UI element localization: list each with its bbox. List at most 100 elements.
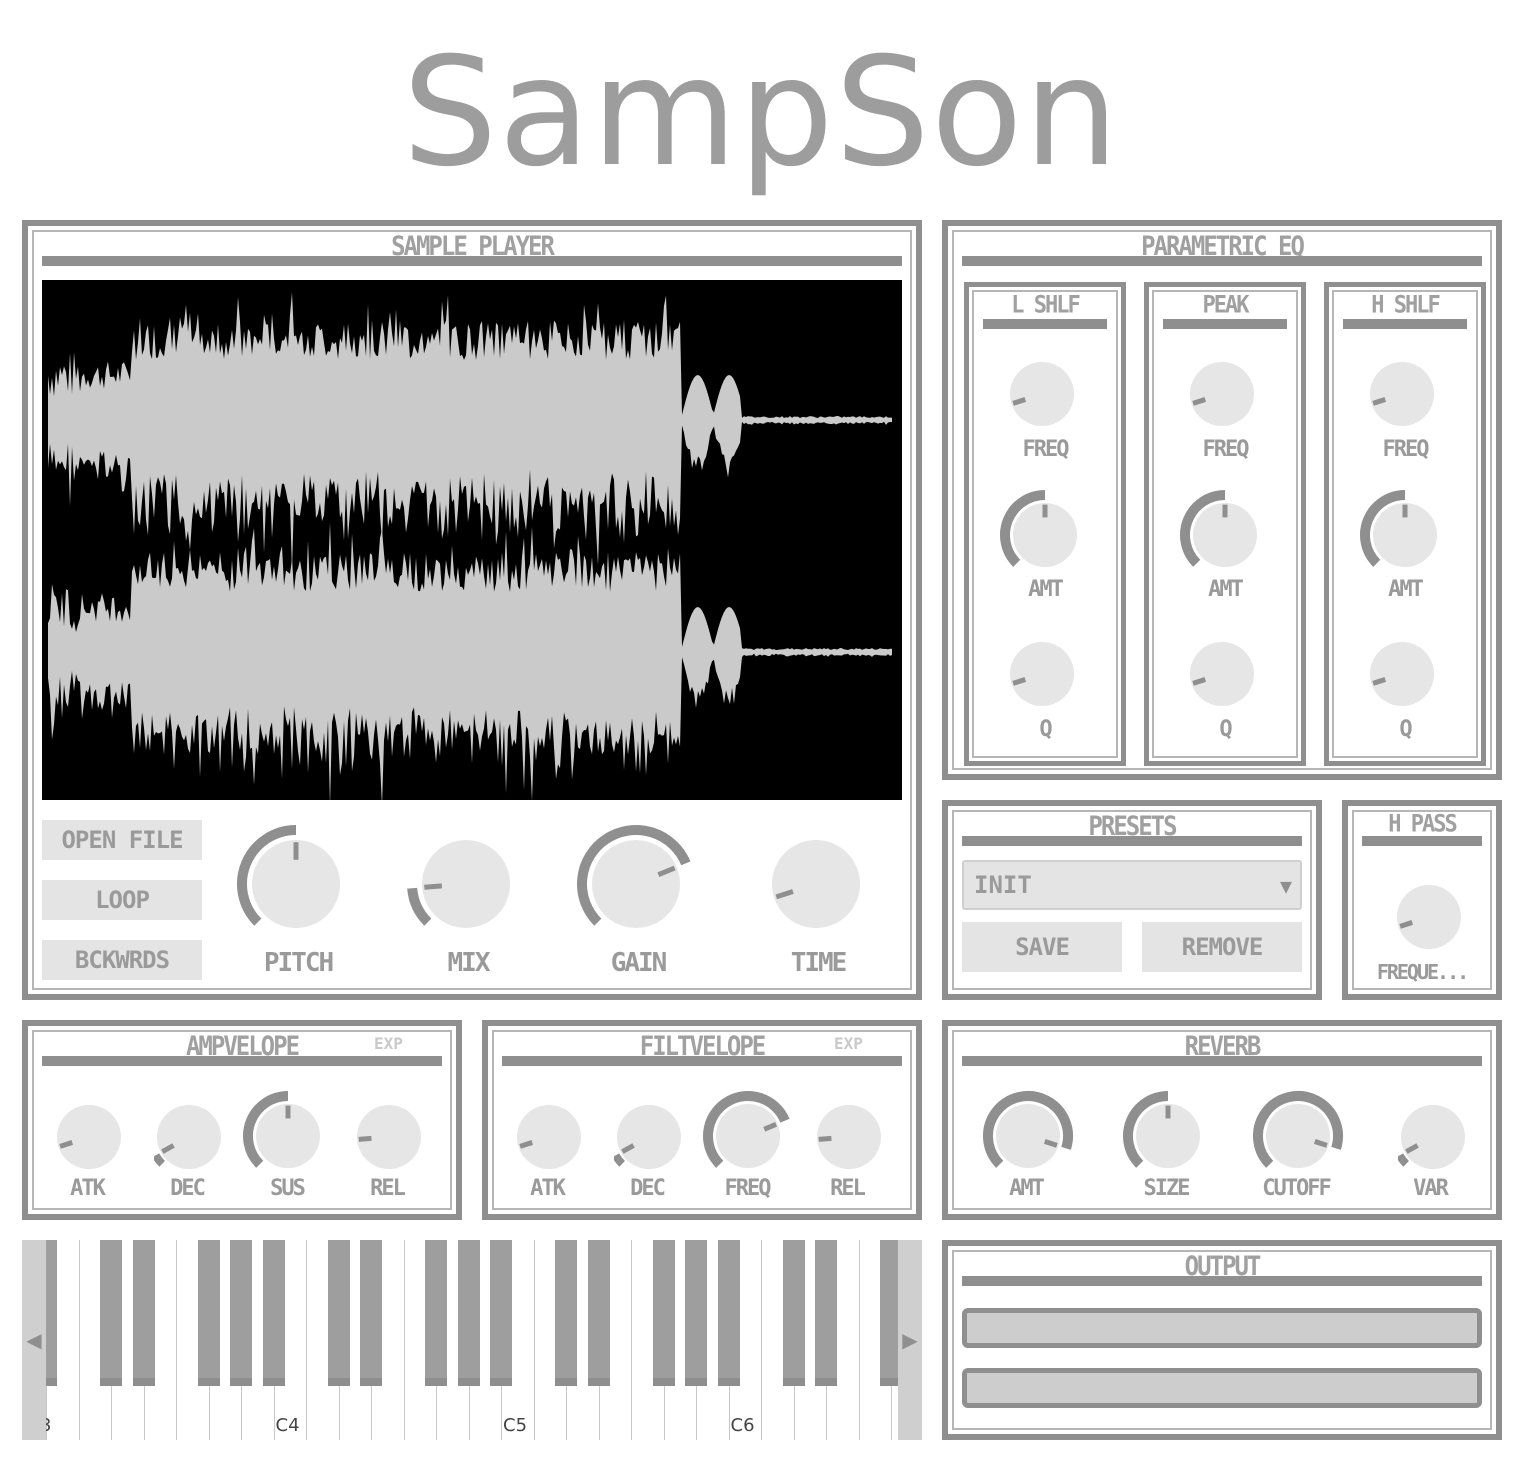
app-title: SampSon — [402, 26, 1120, 200]
filter-release-knob[interactable] — [814, 1102, 884, 1172]
black-key[interactable] — [262, 1240, 285, 1386]
low-shelf-freq-label: FREQ — [1022, 437, 1070, 462]
octave-label: 3 — [46, 1415, 51, 1436]
black-key[interactable] — [46, 1240, 57, 1386]
black-key[interactable] — [717, 1240, 740, 1386]
octave-label: C6 — [730, 1415, 755, 1436]
reverb-amount-label: AMT — [1009, 1176, 1045, 1201]
black-key[interactable] — [230, 1240, 252, 1386]
filter-attack-knob[interactable] — [514, 1102, 584, 1172]
amp-attack-knob[interactable] — [54, 1102, 124, 1172]
black-key[interactable] — [360, 1240, 382, 1386]
black-key[interactable] — [327, 1240, 350, 1386]
sample-player-panel: SAMPLE PLAYER OPEN FILE LOOP BCKWRDS PIT… — [22, 220, 922, 1000]
high-pass-panel: H PASS FREQUE... — [1342, 800, 1502, 1000]
loop-button[interactable]: LOOP — [42, 880, 202, 920]
high-shelf-amt-knob[interactable] — [1357, 487, 1453, 583]
low-shelf-freq-knob[interactable] — [1007, 359, 1077, 429]
mix-label: MIX — [447, 948, 491, 978]
waveform-display[interactable] — [42, 280, 902, 807]
black-key[interactable] — [815, 1240, 837, 1386]
reverb-cutoff-label: CUTOFF — [1262, 1176, 1331, 1201]
peak-q-label: Q — [1219, 717, 1232, 742]
reverb-variation-knob[interactable] — [1398, 1102, 1468, 1172]
amp-sustain-knob[interactable] — [240, 1088, 336, 1184]
black-key[interactable] — [197, 1240, 220, 1386]
amp-decay-label: DEC — [170, 1176, 206, 1201]
filter-freq-knob[interactable] — [700, 1088, 796, 1184]
low-shelf-q-label: Q — [1039, 717, 1052, 742]
amp-release-knob[interactable] — [354, 1102, 424, 1172]
high-shelf-freq-label: FREQ — [1382, 437, 1430, 462]
peak-amt-label: AMT — [1208, 577, 1244, 602]
backwards-button[interactable]: BCKWRDS — [42, 940, 202, 980]
peak-freq-knob[interactable] — [1187, 359, 1257, 429]
filter-attack-label: ATK — [530, 1176, 566, 1201]
mix-knob[interactable] — [404, 822, 528, 946]
gain-label: GAIN — [610, 948, 668, 978]
amp-sustain-label: SUS — [270, 1176, 306, 1201]
output-meter-right — [962, 1368, 1482, 1408]
reverb-amount-knob[interactable] — [980, 1088, 1076, 1184]
output-panel: OUTPUT — [942, 1240, 1502, 1440]
eq-band-high-shelf: H SHLF FREQ AMT Q — [1324, 282, 1486, 766]
peak-q-knob[interactable] — [1187, 639, 1257, 709]
time-label: TIME — [790, 948, 848, 978]
black-key[interactable] — [555, 1240, 577, 1386]
high-pass-title: H PASS — [1388, 810, 1457, 839]
waveform-graphic — [48, 292, 892, 807]
black-key[interactable] — [652, 1240, 675, 1386]
high-pass-freq-knob[interactable] — [1394, 882, 1464, 952]
octave-label: C4 — [275, 1415, 300, 1436]
black-key[interactable] — [132, 1240, 155, 1386]
high-shelf-freq-knob[interactable] — [1367, 359, 1437, 429]
open-file-button[interactable]: OPEN FILE — [42, 820, 202, 860]
amp-attack-label: ATK — [70, 1176, 106, 1201]
scroll-right-arrow[interactable]: ▶ — [898, 1240, 922, 1440]
amp-envelope-exp-toggle[interactable]: EXP — [374, 1034, 403, 1053]
time-knob[interactable] — [754, 822, 878, 946]
preset-select-value: INIT — [974, 871, 1032, 899]
peak-freq-label: FREQ — [1202, 437, 1250, 462]
low-shelf-q-knob[interactable] — [1007, 639, 1077, 709]
peak-title: PEAK — [1202, 291, 1250, 320]
filter-freq-label: FREQ — [724, 1176, 772, 1201]
black-key[interactable] — [425, 1240, 447, 1386]
high-shelf-q-label: Q — [1399, 717, 1412, 742]
reverb-size-knob[interactable] — [1120, 1088, 1216, 1184]
reverb-variation-label: VAR — [1413, 1176, 1449, 1201]
low-shelf-title: L SHLF — [1011, 291, 1080, 320]
black-key[interactable] — [685, 1240, 707, 1386]
piano-keyboard[interactable]: 3 C4 C5 C6 ◀ ▶ — [22, 1240, 922, 1440]
remove-preset-button[interactable]: REMOVE — [1142, 922, 1302, 972]
black-key[interactable] — [457, 1240, 480, 1386]
black-key[interactable] — [587, 1240, 610, 1386]
low-shelf-amt-label: AMT — [1028, 577, 1064, 602]
filter-decay-knob[interactable] — [614, 1102, 684, 1172]
eq-band-low-shelf: L SHLF FREQ AMT Q — [964, 282, 1126, 766]
black-key[interactable] — [782, 1240, 805, 1386]
filter-release-label: REL — [830, 1176, 866, 1201]
gain-knob[interactable] — [574, 822, 698, 946]
amp-decay-knob[interactable] — [154, 1102, 224, 1172]
black-key[interactable] — [490, 1240, 512, 1386]
amp-release-label: REL — [370, 1176, 406, 1201]
high-shelf-q-knob[interactable] — [1367, 639, 1437, 709]
preset-select[interactable]: INIT ▼ — [962, 860, 1302, 910]
filter-decay-label: DEC — [630, 1176, 666, 1201]
peak-amt-knob[interactable] — [1177, 487, 1273, 583]
presets-panel: PRESETS INIT ▼ SAVE REMOVE — [942, 800, 1322, 1000]
filter-envelope-exp-toggle[interactable]: EXP — [834, 1034, 863, 1053]
pitch-label: PITCH — [263, 948, 334, 978]
low-shelf-amt-knob[interactable] — [997, 487, 1093, 583]
black-key[interactable] — [100, 1240, 122, 1386]
output-meter-left — [962, 1308, 1482, 1348]
chevron-down-icon: ▼ — [1279, 874, 1292, 898]
black-key[interactable] — [880, 1240, 898, 1386]
scroll-left-arrow[interactable]: ◀ — [22, 1240, 46, 1440]
pitch-knob[interactable] — [234, 822, 358, 946]
high-shelf-title: H SHLF — [1371, 291, 1440, 320]
save-preset-button[interactable]: SAVE — [962, 922, 1122, 972]
reverb-cutoff-knob[interactable] — [1250, 1088, 1346, 1184]
high-pass-freq-label: FREQUE... — [1376, 960, 1469, 984]
